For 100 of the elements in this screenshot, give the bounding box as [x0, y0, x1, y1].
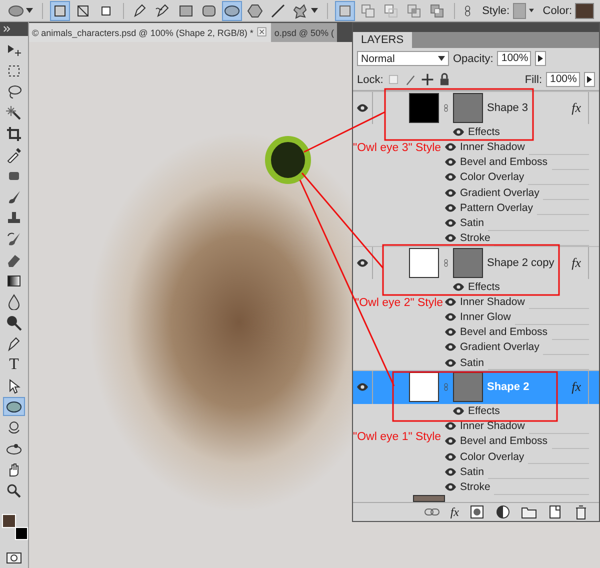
- eye-icon[interactable]: [445, 219, 456, 227]
- eye-icon[interactable]: [357, 259, 368, 268]
- color-swatch[interactable]: [575, 2, 594, 18]
- effect-name: Color Overlay: [460, 450, 524, 463]
- close-icon: [257, 27, 268, 38]
- effect-name: Gradient Overlay: [460, 186, 540, 199]
- new-layer-icon: [547, 504, 563, 520]
- eye-icon[interactable]: [445, 204, 456, 212]
- effect-name: Bevel and Emboss: [460, 435, 548, 448]
- layer-name: Shape 2: [487, 381, 530, 394]
- foreground-color-swatch[interactable]: [2, 514, 16, 528]
- overlap-squares-icon: [360, 2, 376, 18]
- drop-icon: [6, 294, 22, 310]
- caret-icon: [311, 8, 318, 13]
- effect-name: Inner Shadow: [460, 141, 525, 154]
- blend-mode-dropdown[interactable]: Normal: [357, 51, 449, 66]
- eye-icon[interactable]: [445, 483, 456, 491]
- pen-icon: [6, 336, 22, 352]
- fx-button[interactable]: fx: [450, 504, 459, 520]
- eye-icon[interactable]: [357, 104, 368, 112]
- adjustment-icon: [495, 504, 511, 520]
- line-icon: [270, 2, 286, 18]
- eye-icon[interactable]: [445, 343, 456, 352]
- effects-label: Effects: [468, 405, 500, 418]
- overlap-squares-icon: [383, 2, 400, 18]
- eye-icon[interactable]: [445, 422, 456, 430]
- eye-icon[interactable]: [445, 452, 456, 461]
- effect-name: Satin: [460, 356, 484, 369]
- layer-name: Shape 2 copy: [487, 257, 554, 270]
- zoom-icon: [6, 482, 22, 498]
- document-tab[interactable]: © animals_characters.psd @ 100% (Shape 2, RGB/8) *: [29, 23, 272, 42]
- eye-icon[interactable]: [445, 358, 456, 367]
- eye-icon[interactable]: [453, 282, 464, 291]
- eye-highlight-ring: [265, 136, 311, 184]
- eye-icon[interactable]: [453, 128, 464, 136]
- rotate-icon: [6, 420, 22, 436]
- lock-icon: [438, 73, 452, 86]
- caret-icon: [438, 56, 445, 61]
- layer-row[interactable]: Shape 3 fx: [353, 91, 599, 124]
- effects-label: Effects: [468, 280, 500, 293]
- effect-name: Stroke: [460, 232, 490, 244]
- fill-field[interactable]: 100%: [546, 72, 580, 87]
- layer-row[interactable]: Shape 2 copy fx: [353, 246, 599, 280]
- opacity-field[interactable]: 100%: [497, 51, 532, 66]
- type-tool-button[interactable]: T: [3, 355, 25, 374]
- quick-mask-icon: [6, 550, 22, 566]
- eye-icon[interactable]: [445, 173, 456, 182]
- background-color-swatch[interactable]: [15, 527, 28, 540]
- pen-icon: [155, 2, 172, 18]
- ellipse-icon: [8, 2, 24, 18]
- style-swatch[interactable]: [512, 2, 526, 18]
- opacity-label: Opacity:: [453, 52, 494, 64]
- eye-icon[interactable]: [445, 188, 456, 197]
- eye-icon[interactable]: [445, 234, 456, 242]
- effect-name: Bevel and Emboss: [460, 156, 548, 168]
- effect-name: Satin: [460, 466, 484, 478]
- move-icon: [421, 73, 434, 86]
- eye-icon[interactable]: [445, 158, 456, 166]
- shape-tool-button[interactable]: [222, 0, 242, 20]
- blob-icon: [293, 2, 310, 18]
- document-tab[interactable]: o.psd @ 50% (: [271, 23, 338, 42]
- caret-icon: [587, 76, 592, 83]
- fill-label: Fill:: [524, 74, 542, 86]
- rectangle-icon: [178, 2, 194, 18]
- layer-row[interactable]: Shape 2 fx: [353, 370, 599, 404]
- lasso-icon: [6, 84, 22, 100]
- eye-icon[interactable]: [445, 313, 456, 322]
- effect-name: Color Overlay: [460, 171, 524, 184]
- annotation-label: "Owl eye 3" Style: [353, 142, 442, 154]
- eye-icon[interactable]: [445, 468, 456, 476]
- fx-label: fx: [572, 379, 581, 396]
- eye-icon[interactable]: [445, 143, 456, 152]
- caret-icon: [528, 8, 534, 13]
- eye-icon[interactable]: [445, 298, 456, 306]
- brush-icon: [6, 230, 22, 246]
- effect-name: Inner Shadow: [460, 420, 525, 432]
- crop-icon: [6, 126, 22, 142]
- caret-icon: [538, 55, 544, 62]
- eye-icon[interactable]: [357, 383, 368, 392]
- tool-button[interactable]: [3, 397, 25, 416]
- ellipse-icon: [224, 2, 240, 18]
- square-icon: [52, 2, 68, 18]
- overlap-squares-icon: [429, 2, 446, 18]
- brush-icon: [404, 73, 418, 86]
- ellipse-icon: [6, 398, 22, 414]
- eye-icon[interactable]: [445, 437, 456, 446]
- vector-mask-thumbnail: [453, 93, 483, 124]
- annotation-label: "Owl eye 1" Style: [353, 431, 442, 443]
- double-chevron-icon: [2, 24, 12, 34]
- eye-icon[interactable]: [445, 328, 456, 336]
- vector-mask-thumbnail: [453, 372, 483, 402]
- panel-tab[interactable]: LAYERS: [353, 32, 412, 48]
- eye-icon[interactable]: [453, 407, 464, 416]
- checker-icon: [387, 73, 400, 86]
- effect-name: Bevel and Emboss: [460, 326, 548, 338]
- overlap-squares-icon: [406, 2, 422, 18]
- layer-thumbnail: [413, 494, 445, 502]
- hexagon-icon: [247, 2, 264, 18]
- shape-tool-button[interactable]: [50, 0, 70, 20]
- rounded-rectangle-icon: [201, 2, 218, 18]
